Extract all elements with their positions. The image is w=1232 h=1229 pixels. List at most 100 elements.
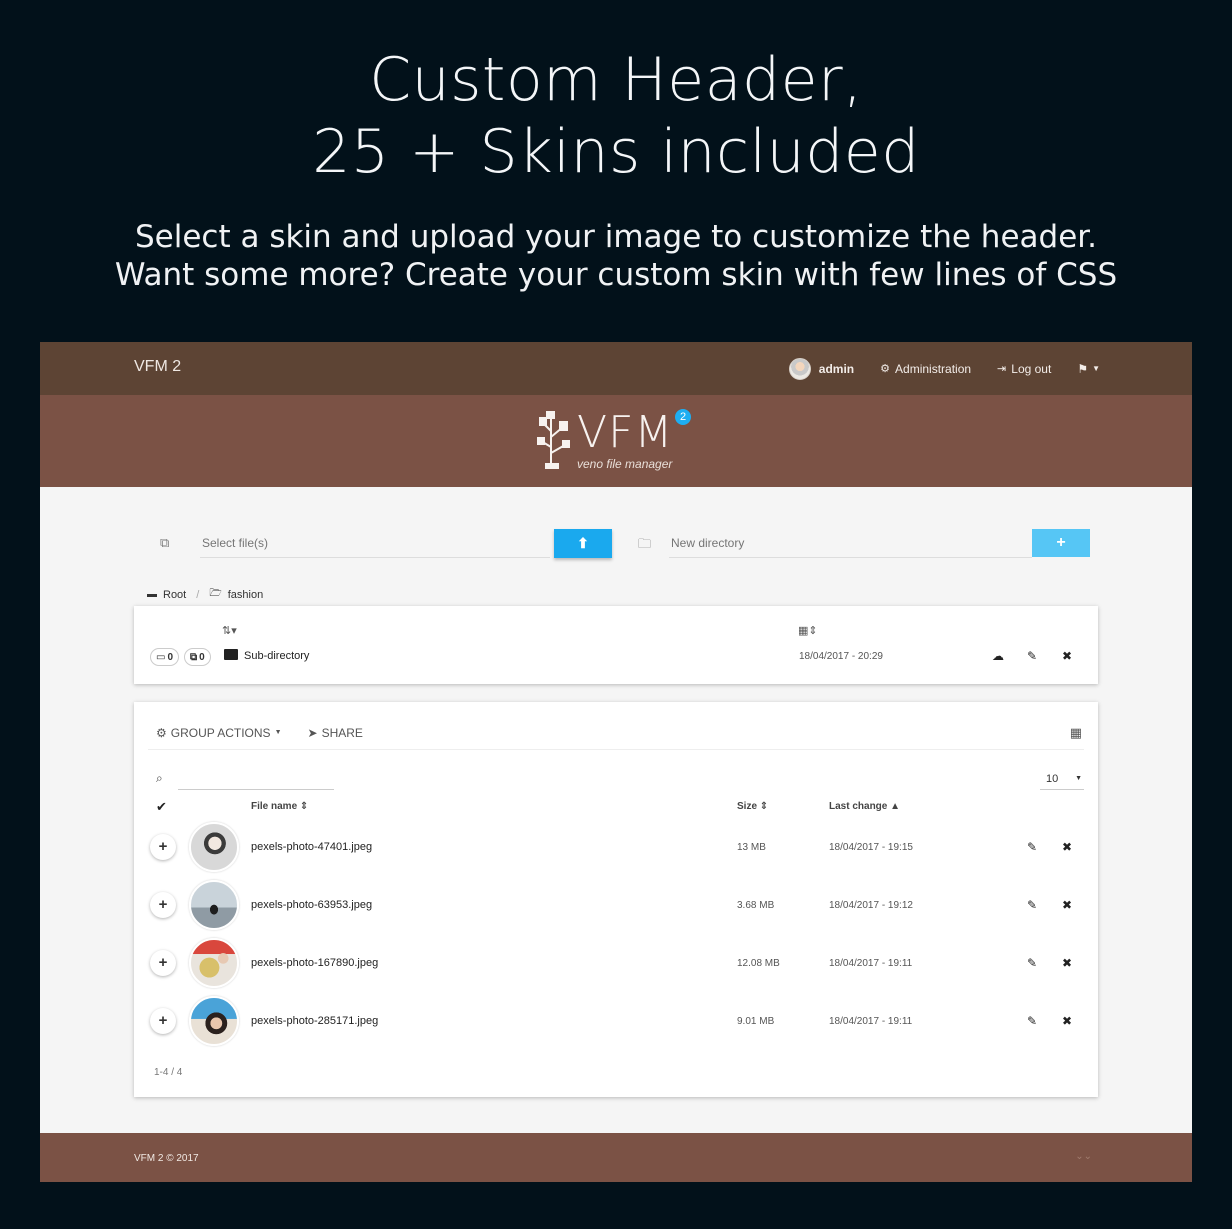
create-directory-button[interactable]: +	[1032, 529, 1090, 557]
file-date: 18/04/2017 - 19:11	[829, 958, 913, 969]
page-size-select[interactable]: 10 ▼	[1040, 768, 1084, 790]
upload-icon: ⬆	[577, 535, 589, 551]
search-input[interactable]	[178, 768, 334, 790]
file-date: 18/04/2017 - 19:11	[829, 1016, 913, 1027]
grid-view-icon[interactable]: ▦	[1070, 725, 1082, 741]
gears-icon: ⚙	[880, 363, 891, 375]
delete-icon[interactable]: ✖	[1062, 840, 1072, 854]
folder-icon: ▬	[147, 589, 157, 600]
user-menu[interactable]: admin	[788, 357, 855, 380]
file-name[interactable]: pexels-photo-167890.jpeg	[251, 957, 378, 969]
expand-button[interactable]: +	[150, 1008, 176, 1034]
share-button[interactable]: ➤ SHARE	[308, 726, 363, 740]
header-banner: VFM 2 veno file manager	[40, 395, 1192, 487]
file-size: 9.01 MB	[737, 1016, 775, 1027]
folders-count-badge: ▭ 0	[150, 648, 180, 666]
flag-icon: ⚑	[1077, 361, 1089, 376]
file-name[interactable]: pexels-photo-285171.jpeg	[251, 1015, 378, 1027]
paper-plane-icon: ➤	[307, 725, 318, 740]
edit-icon[interactable]: ✎	[1027, 840, 1037, 854]
file-thumbnail	[189, 996, 239, 1046]
delete-icon[interactable]: ✖	[1062, 956, 1072, 970]
group-actions-label: GROUP ACTIONS	[170, 725, 271, 740]
column-file-name[interactable]: File name ⇕	[251, 801, 308, 812]
language-dropdown[interactable]: ⚑ ▼	[1077, 362, 1100, 376]
file-name[interactable]: pexels-photo-63953.jpeg	[251, 899, 372, 911]
caret-down-icon: ▼	[1092, 364, 1100, 373]
table-header: ✔ File name ⇕ Size ⇕ Last change ▲	[134, 798, 1098, 818]
pagination-info: 1-4 / 4	[154, 1067, 183, 1078]
breadcrumb: ▬ Root / 🗁 fashion	[147, 586, 263, 603]
plus-icon: +	[1056, 534, 1066, 551]
table-row[interactable]: + pexels-photo-63953.jpeg 3.68 MB 18/04/…	[134, 876, 1098, 934]
folders-count: 0	[167, 651, 174, 663]
file-date: 18/04/2017 - 19:12	[829, 900, 913, 911]
folder-open-icon: 🗀	[638, 536, 652, 551]
caret-down-icon: ▼	[274, 729, 282, 736]
files-count-badge: ⧉ 0	[184, 648, 211, 666]
avatar	[788, 357, 811, 380]
file-thumbnail	[189, 938, 239, 988]
administration-label: Administration	[895, 361, 972, 376]
share-label: SHARE	[321, 725, 363, 740]
promo-title-line2: 25 + Skins included	[312, 117, 920, 187]
expand-button[interactable]: +	[150, 892, 176, 918]
logo-badge: 2	[675, 409, 691, 425]
upload-area: ⧉ ⬆ 🗀 +	[134, 528, 1104, 562]
directory-date: 18/04/2017 - 20:29	[799, 651, 883, 662]
file-size: 13 MB	[737, 842, 766, 853]
promo-title-line1: Custom Header,	[369, 45, 863, 115]
gear-icon: ⚙	[156, 725, 167, 740]
directory-name[interactable]: Sub-directory	[244, 650, 309, 662]
select-all-check-icon[interactable]: ✔	[156, 799, 167, 815]
table-row[interactable]: + pexels-photo-167890.jpeg 12.08 MB 18/0…	[134, 934, 1098, 992]
logout-link[interactable]: ⇥ Log out	[997, 362, 1051, 376]
edit-icon[interactable]: ✎	[1027, 956, 1037, 970]
edit-icon[interactable]: ✎	[1027, 1014, 1037, 1028]
username: admin	[818, 361, 855, 376]
files-panel: ⚙ GROUP ACTIONS ▼ ➤ SHARE ▦ ⌕ 10 ▼ ✔ Fil…	[134, 702, 1098, 1097]
expand-button[interactable]: +	[150, 950, 176, 976]
sort-alpha-icon[interactable]: ⇅▾	[222, 624, 237, 637]
breadcrumb-root[interactable]: Root	[163, 589, 186, 601]
search-row: ⌕ 10 ▼	[154, 768, 1084, 792]
edit-icon[interactable]: ✎	[1027, 649, 1037, 663]
logo-tagline: veno file manager	[577, 457, 673, 471]
page-size-value: 10	[1046, 772, 1059, 785]
file-size: 3.68 MB	[737, 900, 775, 911]
edit-icon[interactable]: ✎	[1027, 898, 1037, 912]
file-thumbnail	[189, 822, 239, 872]
column-file-name-label: File name	[251, 801, 298, 812]
app-window: VFM 2 admin ⚙ Administration ⇥ Log out ⚑…	[40, 342, 1192, 1182]
upload-button[interactable]: ⬆	[554, 529, 612, 558]
table-row[interactable]: + pexels-photo-47401.jpeg 13 MB 18/04/20…	[134, 818, 1098, 876]
breadcrumb-current[interactable]: fashion	[228, 589, 263, 601]
table-row[interactable]: + pexels-photo-285171.jpeg 9.01 MB 18/04…	[134, 992, 1098, 1050]
tree-icon	[537, 411, 570, 469]
delete-icon[interactable]: ✖	[1062, 649, 1072, 663]
folder-open-icon: 🗁	[209, 588, 222, 599]
folder-outline-icon: ▭	[156, 651, 166, 663]
files-count: 0	[199, 651, 205, 663]
footer: VFM 2 © 2017 ⌄⌄	[40, 1133, 1192, 1182]
delete-icon[interactable]: ✖	[1062, 898, 1072, 912]
delete-icon[interactable]: ✖	[1062, 1014, 1072, 1028]
column-size[interactable]: Size ⇕	[737, 801, 768, 812]
footer-copyright: VFM 2 © 2017	[134, 1153, 199, 1164]
logout-label: Log out	[1011, 361, 1052, 376]
sort-date-icon[interactable]: ▦⇕	[798, 624, 818, 637]
brand-link[interactable]: VFM 2	[134, 358, 181, 376]
administration-link[interactable]: ⚙ Administration	[880, 362, 971, 376]
column-last-change[interactable]: Last change ▲	[829, 801, 900, 812]
new-directory-input[interactable]	[669, 528, 1032, 558]
promo-subtitle: Select a skin and upload your image to c…	[0, 218, 1232, 294]
cloud-download-icon[interactable]: ☁	[992, 649, 1004, 663]
select-files-input[interactable]	[200, 528, 550, 558]
promo-subtitle-line2: Want some more? Create your custom skin …	[114, 257, 1118, 293]
file-name[interactable]: pexels-photo-47401.jpeg	[251, 841, 372, 853]
files-icon: ⧉	[160, 535, 170, 550]
expand-button[interactable]: +	[150, 834, 176, 860]
group-actions-dropdown[interactable]: ⚙ GROUP ACTIONS ▼	[156, 726, 282, 740]
files-toolbar: ⚙ GROUP ACTIONS ▼ ➤ SHARE ▦	[148, 716, 1084, 750]
search-icon: ⌕	[156, 771, 163, 785]
